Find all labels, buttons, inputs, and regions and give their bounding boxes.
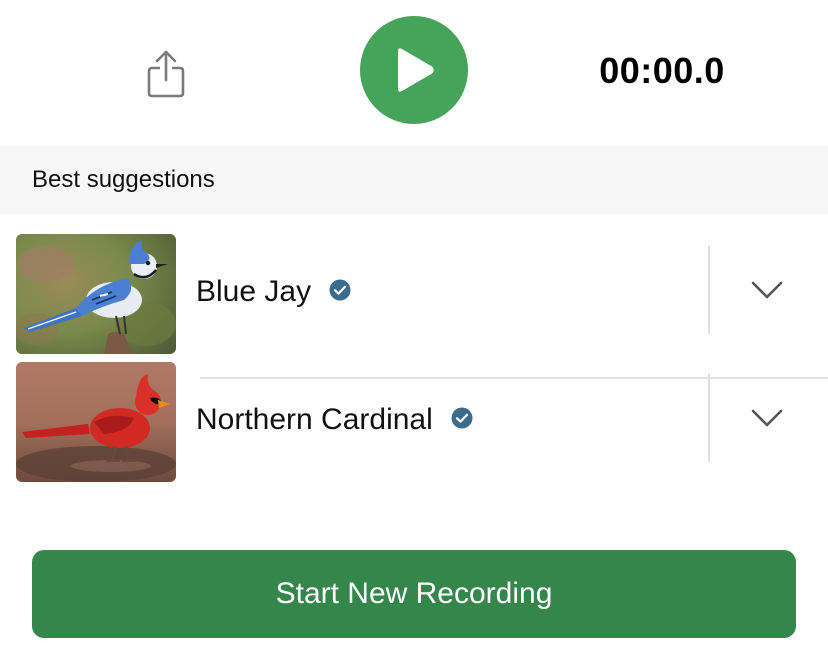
expand-button[interactable] xyxy=(740,398,794,438)
species-label: Northern Cardinal xyxy=(196,403,433,436)
northern-cardinal-photo xyxy=(16,362,176,482)
list-item[interactable]: Blue Jay xyxy=(0,234,828,379)
play-button[interactable] xyxy=(360,16,468,124)
species-label: Blue Jay xyxy=(196,275,312,308)
start-new-recording-button[interactable]: Start New Recording xyxy=(32,550,796,638)
expand-button[interactable] xyxy=(740,270,794,310)
blue-jay-photo xyxy=(16,234,176,354)
section-title: Best suggestions xyxy=(32,166,215,193)
play-icon xyxy=(398,48,434,92)
list-item[interactable]: Northern Cardinal xyxy=(0,362,828,490)
verified-badge-icon xyxy=(329,279,351,301)
species-name: Northern Cardinal xyxy=(196,400,473,440)
species-name: Blue Jay xyxy=(196,272,351,312)
row-divider xyxy=(708,374,710,462)
recording-timer: 00:00.0 xyxy=(599,50,725,91)
player-toolbar: 00:00.0 xyxy=(0,0,828,146)
suggestions-section-header: Best suggestions xyxy=(0,146,828,214)
row-divider xyxy=(708,246,710,334)
verified-badge-icon xyxy=(451,407,473,429)
share-icon xyxy=(147,50,185,98)
share-button[interactable] xyxy=(136,44,196,104)
chevron-down-icon xyxy=(751,281,783,299)
chevron-down-icon xyxy=(751,409,783,427)
